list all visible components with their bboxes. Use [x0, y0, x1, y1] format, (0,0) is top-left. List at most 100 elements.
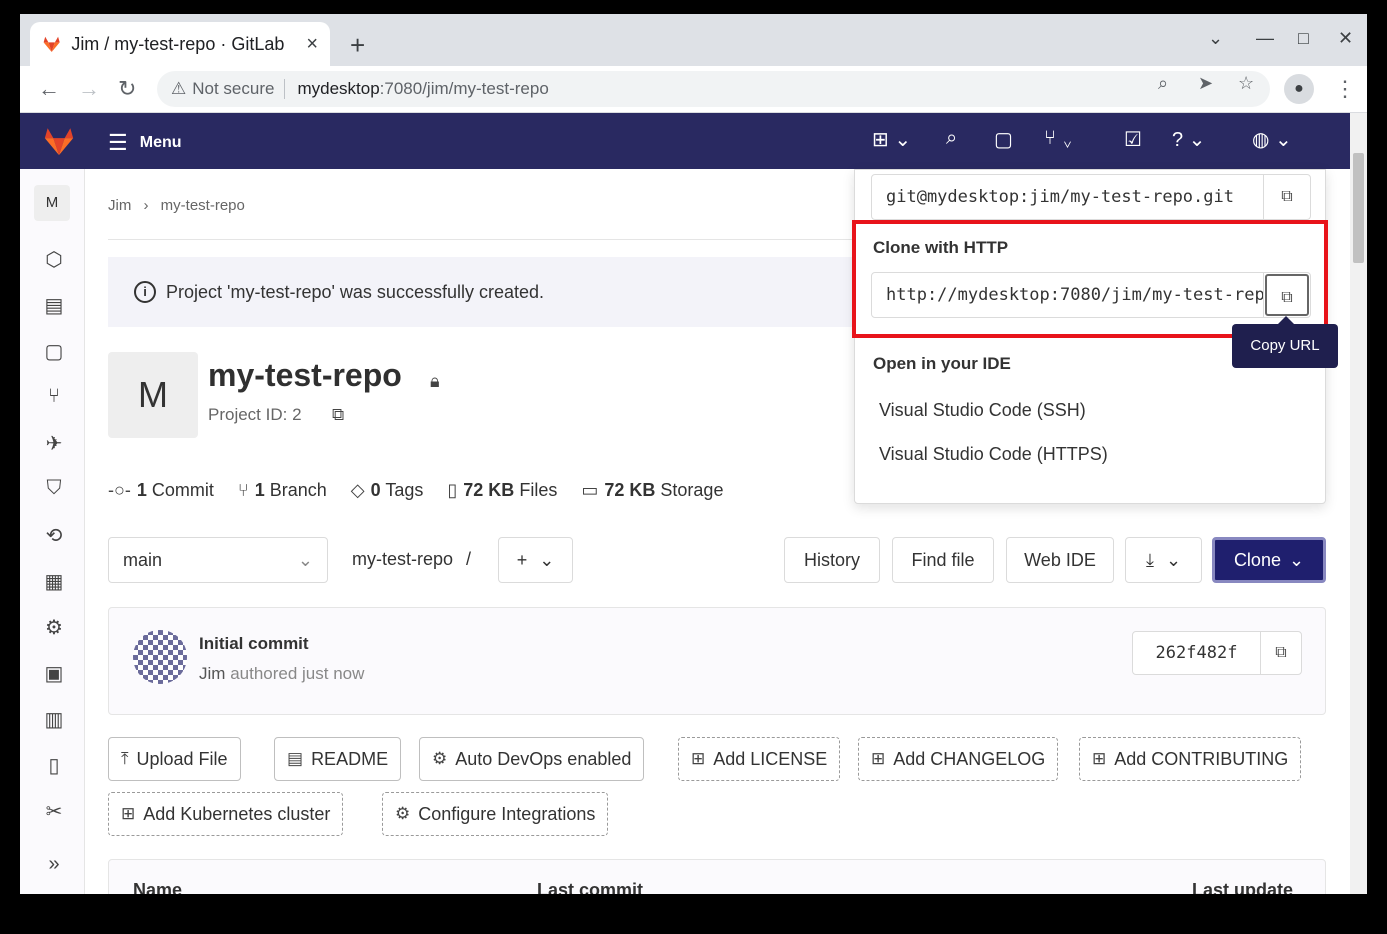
branch-icon: ⑂	[237, 480, 249, 500]
tab-search-icon[interactable]: ⌄	[1208, 28, 1223, 49]
bookmark-star-icon[interactable]: ☆	[1238, 73, 1254, 94]
address-bar[interactable]: ⚠ Not secure mydesktop :7080/jim/my-test…	[157, 71, 1270, 107]
col-last-commit: Last commit	[537, 880, 644, 894]
file-icon: ▯	[447, 480, 458, 500]
stat-files[interactable]: ▯ 72 KB Files	[447, 480, 557, 501]
packages-icon[interactable]: ▣	[42, 661, 66, 686]
todo-icon[interactable]: ☑	[1124, 127, 1142, 152]
new-item-icon[interactable]: ⊞ ⌄	[872, 127, 911, 152]
branch-selector[interactable]: main ⌄	[108, 537, 328, 583]
minimize-icon[interactable]: —	[1256, 28, 1274, 49]
stat-branches[interactable]: ⑂ 1 Branch	[238, 480, 327, 501]
scrollbar[interactable]	[1350, 113, 1367, 894]
commit-author[interactable]: Jim	[199, 664, 225, 683]
breadcrumb-root[interactable]: Jim	[108, 197, 131, 214]
plus-icon: +	[516, 549, 528, 570]
project-overview-icon[interactable]: ⬡	[42, 247, 66, 272]
chevron-down-icon: ⌄	[1165, 549, 1182, 570]
add-license-button[interactable]: ⊞ Add LICENSE	[678, 737, 841, 781]
tab-title: Jim / my-test-repo · GitLab	[71, 33, 285, 54]
find-file-button[interactable]: Find file	[892, 537, 994, 583]
merge-requests-icon[interactable]: ⑂	[42, 385, 66, 408]
add-kubernetes-button[interactable]: ⊞ Add Kubernetes cluster	[108, 792, 344, 836]
col-last-update: Last update	[1192, 880, 1294, 894]
add-icon: ⊞	[871, 749, 886, 768]
cicd-icon[interactable]: ✈	[42, 431, 66, 456]
copy-ssh-icon[interactable]: ⧉	[1264, 175, 1310, 219]
repository-icon[interactable]: ▤	[42, 293, 66, 318]
auto-devops-button[interactable]: ⚙ Auto DevOps enabled	[419, 737, 645, 781]
close-window-icon[interactable]: ✕	[1338, 28, 1353, 49]
vscode-ssh-item[interactable]: Visual Studio Code (SSH)	[879, 400, 1086, 421]
snippets-icon[interactable]: ✂	[42, 799, 66, 824]
issues-header-icon[interactable]: ▢	[994, 127, 1013, 152]
tag-icon: ◇	[350, 480, 365, 500]
commit-author-avatar[interactable]	[133, 630, 187, 684]
download-dropdown[interactable]: ⤓ ⌄	[1125, 537, 1202, 583]
gitlab-logo-icon[interactable]	[42, 125, 76, 157]
maximize-icon[interactable]: □	[1298, 28, 1309, 49]
commit-sha-box: 262f482f ⧉	[1132, 631, 1302, 675]
stat-storage[interactable]: ▭ 72 KB Storage	[581, 480, 723, 501]
project-avatar: M	[108, 352, 198, 438]
breadcrumb-separator: ›	[143, 197, 149, 214]
wiki-icon[interactable]: ▯	[42, 753, 66, 778]
settings-icon: ⚙	[432, 749, 448, 768]
vscode-https-item[interactable]: Visual Studio Code (HTTPS)	[879, 444, 1108, 465]
user-avatar-icon[interactable]: ◍ ⌄	[1252, 127, 1292, 152]
search-icon[interactable]: ⌕	[946, 127, 957, 150]
add-contributing-button[interactable]: ⊞ Add CONTRIBUTING	[1079, 737, 1302, 781]
repo-path: my-test-repo /	[352, 549, 471, 570]
copy-sha-icon[interactable]: ⧉	[1261, 632, 1301, 674]
upload-icon: ⤒	[121, 749, 129, 768]
stat-commits[interactable]: -○- 1 Commit	[108, 480, 214, 501]
add-icon: ⊞	[691, 749, 706, 768]
readme-button[interactable]: ▤ README	[274, 737, 402, 781]
tab-close-icon[interactable]: ×	[306, 33, 318, 56]
infrastructure-icon[interactable]: ⚙	[42, 615, 66, 640]
back-icon[interactable]: ←	[38, 76, 60, 102]
reload-icon[interactable]: ↻	[118, 76, 136, 102]
history-button[interactable]: History	[784, 537, 880, 583]
menu-button[interactable]: ☰ Menu	[108, 130, 182, 156]
breadcrumb-current[interactable]: my-test-repo	[161, 197, 245, 214]
sidebar-project-avatar[interactable]: M	[34, 185, 70, 221]
file-table-header: Name Last commit Last update	[108, 859, 1326, 894]
security-icon[interactable]: ⛉	[42, 477, 66, 500]
copy-project-id-icon[interactable]: ⧉	[332, 405, 344, 425]
add-changelog-button[interactable]: ⊞ Add CHANGELOG	[858, 737, 1059, 781]
upload-file-button[interactable]: ⤒ Upload File	[108, 737, 241, 781]
monitor-icon[interactable]: ▦	[42, 569, 66, 594]
browser-tab[interactable]: Jim / my-test-repo · GitLab ×	[30, 22, 330, 66]
kebab-menu-icon[interactable]: ⋮	[1334, 76, 1356, 102]
deployments-icon[interactable]: ⟲	[42, 523, 66, 548]
commit-sha[interactable]: 262f482f	[1133, 632, 1261, 674]
stat-tags[interactable]: ◇ 0 Tags	[351, 480, 424, 501]
commit-title[interactable]: Initial commit	[199, 634, 309, 654]
add-file-dropdown[interactable]: + ⌄	[498, 537, 573, 583]
profile-icon[interactable]: ●	[1284, 74, 1314, 104]
web-ide-button[interactable]: Web IDE	[1006, 537, 1114, 583]
expand-sidebar-icon[interactable]: »	[42, 853, 66, 876]
breadcrumb: Jim › my-test-repo	[108, 197, 245, 214]
zoom-icon[interactable]: ⌕	[1158, 73, 1168, 94]
forward-icon[interactable]: →	[78, 76, 100, 102]
scrollbar-thumb[interactable]	[1353, 153, 1364, 263]
ssh-url[interactable]: git@mydesktop:jim/my-test-repo.git	[872, 175, 1264, 219]
not-secure-label: Not secure	[192, 79, 286, 99]
last-commit-box: Initial commit Jim authored just now 262…	[108, 607, 1326, 715]
analytics-icon[interactable]: ▥	[42, 707, 66, 732]
repo-path-root[interactable]: my-test-repo	[352, 549, 453, 569]
ssh-url-field: git@mydesktop:jim/my-test-repo.git ⧉	[871, 174, 1311, 220]
send-icon[interactable]: ➤	[1198, 73, 1213, 94]
issues-icon[interactable]: ▢	[42, 339, 66, 364]
url-path: :7080/jim/my-test-repo	[379, 79, 549, 98]
clone-button[interactable]: Clone ⌄	[1212, 537, 1326, 583]
merge-requests-header-icon[interactable]: ⑂ ⌄	[1044, 127, 1074, 150]
project-sidebar: M ⬡ ▤ ▢ ⑂ ✈ ⛉ ⟲ ▦ ⚙ ▣ ▥ ▯ ✂ »	[20, 169, 85, 894]
configure-integrations-button[interactable]: ⚙ Configure Integrations	[382, 792, 609, 836]
new-tab-button[interactable]: +	[350, 30, 365, 61]
help-icon[interactable]: ? ⌄	[1172, 127, 1205, 152]
browser-window: Jim / my-test-repo · GitLab × + ⌄ — □ ✕ …	[20, 14, 1367, 894]
hamburger-icon: ☰	[108, 130, 128, 155]
